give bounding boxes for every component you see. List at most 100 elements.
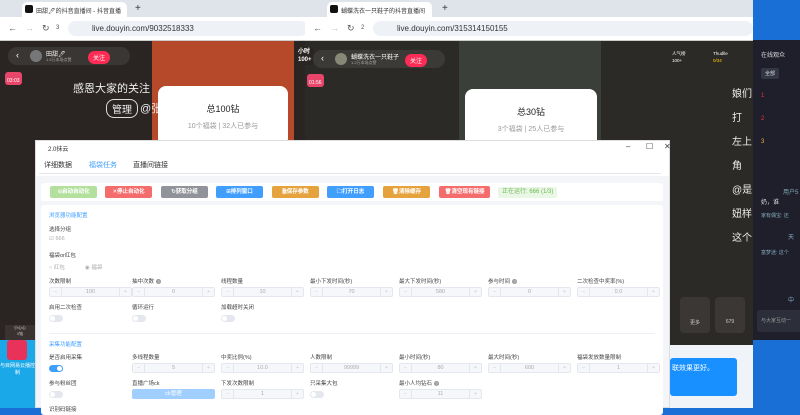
toolbar-button[interactable]: 🗑清除缓存 xyxy=(383,186,430,198)
number-stepper[interactable]: – 10.0 + xyxy=(221,363,304,373)
number-stepper[interactable]: – 0 + xyxy=(488,287,571,297)
minus-button[interactable]: – xyxy=(400,364,412,372)
help-icon[interactable]: ? xyxy=(434,381,440,386)
number-stepper[interactable]: – 0 + xyxy=(132,287,215,297)
number-stepper[interactable]: – 10 + xyxy=(221,287,304,297)
number-stepper[interactable]: – 70 + xyxy=(310,287,393,297)
app-shortcut-icon[interactable] xyxy=(7,340,27,360)
browser-tab[interactable]: 田甜🖊的抖音直播间 - 抖音直播 xyxy=(22,2,127,17)
plus-button[interactable]: + xyxy=(469,288,481,296)
plus-button[interactable]: + xyxy=(558,364,570,372)
forward-icon[interactable]: → xyxy=(25,23,34,33)
plus-button[interactable]: + xyxy=(380,288,392,296)
lottery-card[interactable]: 总100钻 10个福袋 | 32人已参与 xyxy=(158,86,288,146)
plus-button[interactable]: + xyxy=(291,364,303,372)
toolbar-button[interactable]: 🗀打开日志 xyxy=(327,186,374,198)
toggle-switch[interactable] xyxy=(49,315,63,322)
minus-button[interactable]: – xyxy=(489,288,501,296)
minus-button[interactable]: – xyxy=(578,288,590,296)
ext-count: 3 xyxy=(56,25,60,31)
url-input[interactable]: live.douyin.com/315314150155 xyxy=(373,21,753,36)
fans-toggle[interactable] xyxy=(49,391,63,398)
minus-button[interactable]: – xyxy=(133,364,145,372)
more-button[interactable]: 更多 xyxy=(680,297,710,333)
help-icon[interactable]: ? xyxy=(512,279,518,284)
toggle-switch[interactable] xyxy=(221,315,235,322)
number-stepper[interactable]: – 600 + xyxy=(488,363,571,373)
help-icon[interactable]: ? xyxy=(156,279,162,284)
toolbar-button[interactable]: 🗑清空现有链接 xyxy=(439,186,490,198)
ck-manage-button[interactable]: ck管理 xyxy=(132,389,215,399)
minus-button[interactable]: – xyxy=(311,288,323,296)
toolbar-button[interactable]: 🗎保存参数 xyxy=(272,186,319,198)
minus-button[interactable]: – xyxy=(222,288,234,296)
diamond-button[interactable]: 679 xyxy=(715,297,745,333)
toolbar-button[interactable]: ✕停止自动化 xyxy=(105,186,152,198)
back-icon[interactable]: ← xyxy=(8,23,17,33)
minimize-icon[interactable]: – xyxy=(626,142,630,151)
avatar[interactable] xyxy=(335,53,347,65)
plus-button[interactable]: + xyxy=(202,288,214,296)
radio-red-packet[interactable]: ○ 红包 xyxy=(49,263,65,271)
number-stepper[interactable]: – 580 + xyxy=(399,287,482,297)
minus-button[interactable]: – xyxy=(489,364,501,372)
manage-tag: 管理 xyxy=(106,99,138,118)
new-tab-button[interactable]: + xyxy=(135,3,141,14)
issue-limit-stepper[interactable]: –1 + xyxy=(221,389,304,399)
toolbar-button[interactable]: ↻获取分组 xyxy=(161,186,208,198)
forward-icon[interactable]: → xyxy=(330,23,339,33)
number-stepper[interactable]: – 0.0 + xyxy=(577,287,660,297)
maximize-icon[interactable]: ☐ xyxy=(646,142,653,151)
url-input[interactable]: live.douyin.com/9032518333 xyxy=(68,21,305,36)
reload-icon[interactable]: ↻ xyxy=(42,23,50,34)
new-tab-button[interactable]: + xyxy=(442,3,448,14)
toggle-switch[interactable] xyxy=(132,315,146,322)
tab-lucky-bag[interactable]: 福袋任务 xyxy=(89,160,117,174)
plus-button[interactable]: + xyxy=(558,288,570,296)
bigbag-toggle[interactable] xyxy=(310,391,324,398)
avatar[interactable] xyxy=(30,50,42,62)
radio-lucky-bag[interactable]: ◉ 福袋 xyxy=(85,263,102,271)
group-checkbox[interactable]: ☑ 666 xyxy=(49,236,65,242)
back-chevron-icon[interactable]: ‹ xyxy=(16,50,19,60)
plus-button[interactable]: + xyxy=(119,288,131,296)
number-stepper[interactable]: – 100 + xyxy=(49,287,132,297)
number-stepper[interactable]: – 80 + xyxy=(399,363,482,373)
plus-button[interactable]: + xyxy=(380,364,392,372)
minus-button[interactable]: – xyxy=(133,288,145,296)
minus-button[interactable]: – xyxy=(400,288,412,296)
plus-button[interactable]: + xyxy=(202,364,214,372)
tab-all[interactable]: 全部 xyxy=(761,68,780,79)
gift-item[interactable]: 小心心 1钻 xyxy=(5,325,35,340)
minus-button[interactable]: – xyxy=(578,364,590,372)
number-stepper[interactable]: – 5 + xyxy=(132,363,215,373)
back-chevron-icon[interactable]: ‹ xyxy=(321,53,324,63)
thumb-value: 0/34 xyxy=(713,58,722,63)
minus-button[interactable]: – xyxy=(311,364,323,372)
browser-tab[interactable]: 蝴蝶洗衣一只鞋子的抖音直播间 xyxy=(327,2,432,17)
tab-live-links[interactable]: 直播间链接 xyxy=(133,160,168,170)
follow-button[interactable]: 关注 xyxy=(405,54,428,67)
plus-button[interactable]: + xyxy=(647,364,659,372)
plus-button[interactable]: + xyxy=(647,288,659,296)
toolbar-button[interactable]: ⊙启动自动化 xyxy=(50,186,97,198)
popularity-rank[interactable]: 人气榜 100+ xyxy=(672,50,686,64)
minus-button[interactable]: – xyxy=(222,364,234,372)
reload-icon[interactable]: ↻ xyxy=(347,23,355,34)
tab-details[interactable]: 详细数据 xyxy=(44,160,72,170)
toolbar-button[interactable]: ⊞排列窗口 xyxy=(216,186,263,198)
back-icon[interactable]: ← xyxy=(313,23,322,33)
chat-input[interactable]: 与大家互动一 xyxy=(757,310,800,332)
follow-button[interactable]: 关注 xyxy=(88,51,111,64)
plus-button[interactable]: + xyxy=(469,364,481,372)
diamond-stepper[interactable]: –11 + xyxy=(399,389,482,399)
minus-button[interactable]: – xyxy=(50,288,62,296)
number-stepper[interactable]: – 99999 + xyxy=(310,363,393,373)
side-label: 小时 xyxy=(298,49,311,55)
enable-collect-toggle[interactable] xyxy=(49,365,63,372)
thumb-rank[interactable]: Thudlle 0/34 xyxy=(713,50,728,64)
dialog-title: 2.0抹云 xyxy=(48,147,69,153)
number-stepper[interactable]: – 1 + xyxy=(577,363,660,373)
plus-button[interactable]: + xyxy=(291,288,303,296)
close-icon[interactable]: ✕ xyxy=(664,142,671,151)
